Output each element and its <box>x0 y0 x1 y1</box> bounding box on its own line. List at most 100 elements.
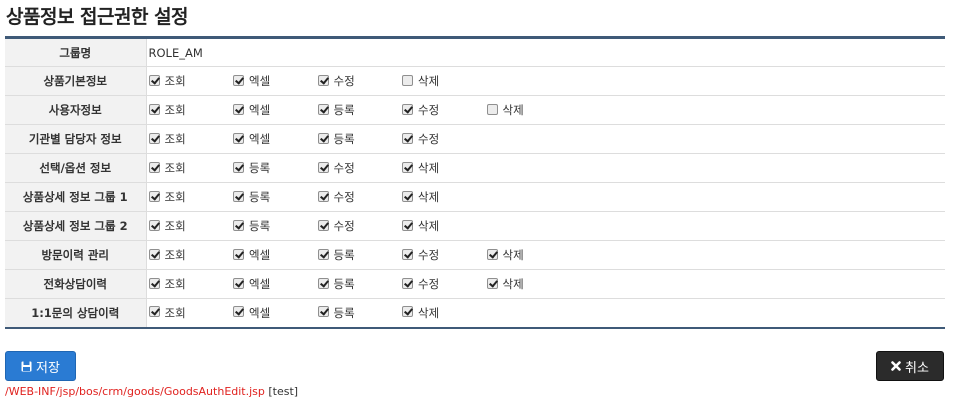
permission-option[interactable]: 삭제 <box>402 189 487 205</box>
permission-checkbox[interactable] <box>486 277 498 289</box>
permission-option[interactable]: 삭제 <box>402 160 487 176</box>
permission-label: 엑셀 <box>249 277 271 291</box>
permission-option[interactable]: 조회 <box>148 102 234 118</box>
permission-checkbox[interactable] <box>233 277 244 289</box>
permission-label: 엑셀 <box>249 74 271 88</box>
permission-label: 등록 <box>333 132 355 146</box>
permission-option[interactable]: 조회 <box>148 305 234 321</box>
permission-checkbox[interactable] <box>402 190 413 202</box>
row-permissions: 조회 엑셀 등록 수정 <box>146 124 945 154</box>
permission-checkbox[interactable] <box>148 190 160 202</box>
permission-checkbox[interactable] <box>233 190 244 202</box>
permission-checkbox[interactable] <box>402 161 413 173</box>
permission-option[interactable]: 삭제 <box>402 73 487 89</box>
permission-option[interactable]: 등록 <box>233 160 318 176</box>
permission-option[interactable]: 삭제 <box>402 305 487 321</box>
permission-option[interactable]: 엑셀 <box>233 131 318 147</box>
permission-checkbox[interactable] <box>148 219 160 231</box>
permission-label: 조회 <box>164 161 186 175</box>
permission-option[interactable]: 조회 <box>148 73 234 89</box>
permission-option[interactable]: 수정 <box>317 189 403 205</box>
permission-checkbox[interactable] <box>402 132 413 144</box>
permission-option[interactable]: 등록 <box>317 305 403 321</box>
permission-label: 삭제 <box>418 161 440 175</box>
permission-option[interactable]: 수정 <box>317 218 403 234</box>
permission-checkbox[interactable] <box>317 306 329 318</box>
permission-checkbox[interactable] <box>317 103 329 115</box>
permission-checkbox[interactable] <box>148 132 160 144</box>
cancel-button[interactable]: 취소 <box>876 351 944 381</box>
permission-option[interactable]: 등록 <box>233 218 318 234</box>
permission-option[interactable]: 수정 <box>317 160 403 176</box>
permission-label: 조회 <box>164 305 186 320</box>
permission-option[interactable]: 조회 <box>148 131 234 147</box>
table-row: 전화상담이력 조회 엑셀 등록 수정 삭제 <box>5 269 945 299</box>
permission-option[interactable]: 엑셀 <box>233 305 318 321</box>
permission-label: 수정 <box>418 132 440 146</box>
permission-checkbox[interactable] <box>317 219 329 231</box>
permission-option[interactable]: 조회 <box>148 160 234 176</box>
permission-option[interactable]: 등록 <box>317 131 403 147</box>
permission-label: 조회 <box>164 248 186 262</box>
permission-option[interactable]: 수정 <box>317 73 403 89</box>
permission-option[interactable]: 수정 <box>402 247 487 263</box>
permission-checkbox[interactable] <box>317 161 329 173</box>
permission-checkbox[interactable] <box>317 248 329 260</box>
permission-option[interactable]: 삭제 <box>486 247 572 263</box>
permission-checkbox[interactable] <box>402 277 413 289</box>
page-title: 상품정보 접근권한 설정 <box>6 6 189 28</box>
table-row-group: 그룹명 ROLE_AM <box>5 37 945 67</box>
permission-option[interactable]: 엑셀 <box>233 276 318 292</box>
permission-checkbox[interactable] <box>402 219 413 231</box>
permission-option[interactable]: 수정 <box>402 276 487 292</box>
permission-checkbox[interactable] <box>148 161 160 173</box>
permission-option[interactable]: 등록 <box>317 247 403 263</box>
permission-checkbox[interactable] <box>233 219 244 231</box>
permission-checkbox[interactable] <box>402 306 413 318</box>
permission-option[interactable]: 조회 <box>148 276 234 292</box>
permission-option[interactable]: 삭제 <box>402 218 487 234</box>
permission-checkbox[interactable] <box>233 161 244 173</box>
permission-checkbox[interactable] <box>148 277 160 289</box>
permission-checkbox[interactable] <box>233 132 244 144</box>
permission-option[interactable]: 엑셀 <box>233 73 318 89</box>
permission-checkbox[interactable] <box>148 103 160 115</box>
permission-checkbox[interactable] <box>486 103 498 115</box>
permission-checkbox[interactable] <box>233 248 244 260</box>
permission-label: 삭제 <box>418 190 440 204</box>
permission-checkbox[interactable] <box>148 306 160 318</box>
table-row: 선택/옵션 정보 조회 등록 수정 삭제 <box>5 153 945 183</box>
permission-checkbox[interactable] <box>233 103 244 115</box>
permission-option[interactable]: 엑셀 <box>233 247 318 263</box>
permission-checkbox[interactable] <box>317 277 329 289</box>
permission-label: 조회 <box>164 190 186 204</box>
permission-option[interactable]: 조회 <box>148 218 234 234</box>
permission-option[interactable]: 삭제 <box>486 102 572 118</box>
row-permissions: 조회 엑셀 등록 수정 삭제 <box>146 269 945 299</box>
save-button[interactable]: 저장 <box>5 351 76 381</box>
permission-label: 삭제 <box>502 248 524 262</box>
permission-label: 삭제 <box>502 103 524 117</box>
permission-checkbox[interactable] <box>317 190 329 202</box>
permission-option[interactable]: 수정 <box>402 131 487 147</box>
permission-option[interactable]: 조회 <box>148 189 234 205</box>
permission-option[interactable]: 수정 <box>402 102 487 118</box>
permission-option[interactable]: 등록 <box>317 276 403 292</box>
permission-option[interactable]: 조회 <box>148 247 234 263</box>
permission-option[interactable]: 삭제 <box>486 276 572 292</box>
permission-checkbox[interactable] <box>317 74 329 86</box>
permission-checkbox[interactable] <box>402 248 413 260</box>
permission-option[interactable]: 등록 <box>317 102 403 118</box>
permission-option[interactable]: 등록 <box>233 189 318 205</box>
permission-checkbox[interactable] <box>402 103 413 115</box>
permission-checkbox[interactable] <box>317 132 329 144</box>
permission-checkbox[interactable] <box>148 248 160 260</box>
permission-checkbox[interactable] <box>233 74 244 86</box>
permission-checkbox[interactable] <box>486 248 498 260</box>
permission-label: 조회 <box>164 132 186 146</box>
permission-option[interactable]: 엑셀 <box>233 102 318 118</box>
permission-checkbox[interactable] <box>233 306 244 318</box>
permission-checkbox[interactable] <box>402 74 413 86</box>
permission-checkbox[interactable] <box>148 74 160 86</box>
jsp-path: /WEB-INF/jsp/bos/crm/goods/GoodsAuthEdit… <box>5 385 265 398</box>
